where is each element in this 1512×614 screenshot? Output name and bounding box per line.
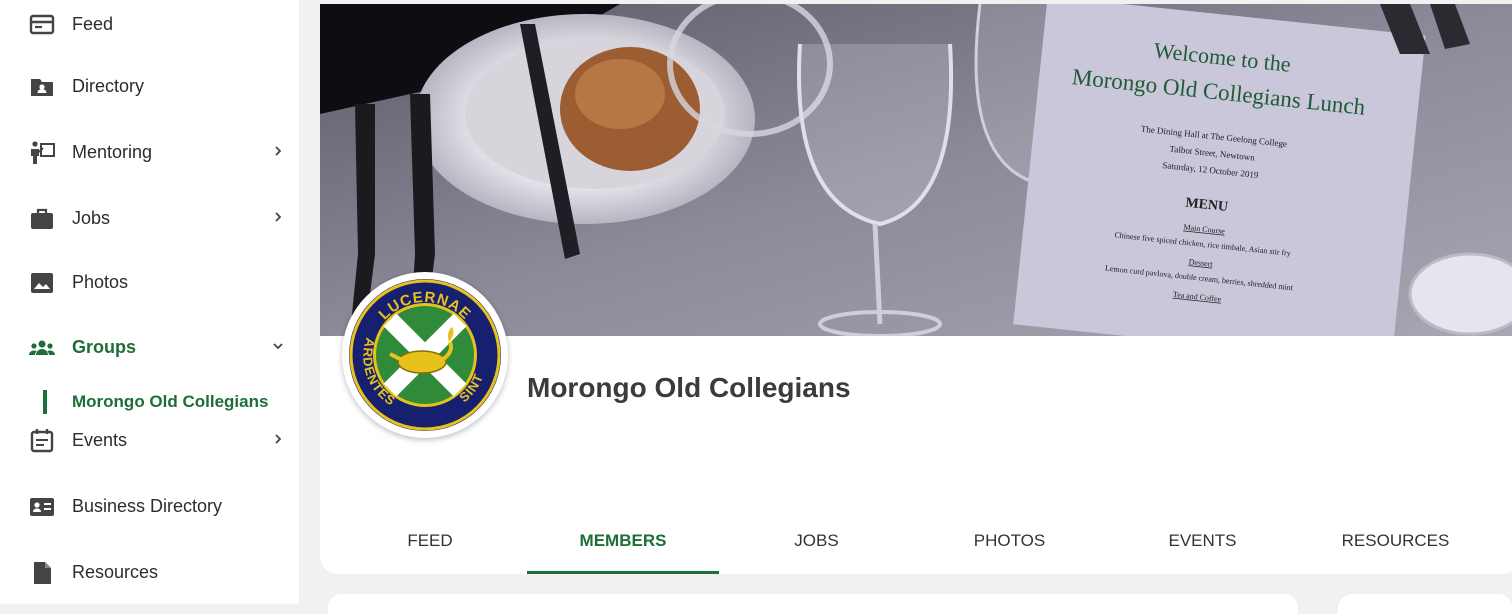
chevron-down-icon [268,336,288,356]
sidebar-subitem-label: Morongo Old Collegians [72,392,269,411]
sidebar-item-business-directory[interactable]: Business Directory [0,482,299,532]
sidebar-item-mentoring[interactable]: Mentoring [0,128,299,178]
tab-resources[interactable]: RESOURCES [1299,514,1492,574]
group-header-card: Welcome to the Morongo Old Collegians Lu… [320,4,1512,574]
sidebar-item-events[interactable]: Events [0,416,299,466]
chevron-right-icon [268,429,288,449]
tab-label: RESOURCES [1341,531,1450,550]
sidebar-item-label: Groups [72,337,137,357]
briefcase-icon [28,205,56,233]
group-logo: LUCERNAE ARDENTES SINT [342,272,508,438]
sidebar-item-label: Directory [72,76,145,96]
sidebar-item-label: Events [72,430,128,450]
tab-label: MEMBERS [579,531,667,550]
sidebar-item-feed[interactable]: Feed [0,0,299,50]
calendar-icon [28,427,56,455]
group-tabs: FEED MEMBERS JOBS PHOTOS EVENTS RESOURCE… [320,514,1512,574]
tab-jobs[interactable]: JOBS [720,514,913,574]
tab-events[interactable]: EVENTS [1106,514,1299,574]
sidebar-item-label: Mentoring [72,142,153,162]
content-card [328,594,1298,614]
directory-icon [28,73,56,101]
sidebar-item-photos[interactable]: Photos [0,258,299,308]
groups-icon [28,334,56,362]
tab-feed[interactable]: FEED [330,514,530,574]
sidebar: Feed Directory Mentoring Jobs Photos Gro… [0,0,299,604]
chevron-right-icon [268,207,288,227]
sidebar-item-label: Resources [72,562,159,582]
feed-icon [28,11,56,39]
chevron-right-icon [268,141,288,161]
sidebar-item-resources[interactable]: Resources [0,548,299,598]
sidebar-item-jobs[interactable]: Jobs [0,194,299,244]
tab-label: FEED [407,531,453,550]
page-title: Morongo Old Collegians [527,372,851,403]
photo-icon [28,269,56,297]
tab-photos[interactable]: PHOTOS [913,514,1106,574]
document-icon [28,559,56,587]
tab-members[interactable]: MEMBERS [527,514,719,574]
active-indicator [43,390,47,414]
sidebar-subitem-morongo-old-collegians[interactable]: Morongo Old Collegians [0,388,299,416]
mentoring-icon [28,139,56,167]
sidebar-item-groups[interactable]: Groups [0,323,299,373]
sidebar-item-label: Business Directory [72,496,223,516]
tab-label: JOBS [794,531,839,550]
tab-label: PHOTOS [973,531,1046,550]
business-card-icon [28,493,56,521]
sidebar-item-label: Jobs [72,208,111,228]
sidebar-item-label: Photos [72,272,129,292]
tab-active-indicator [527,571,719,574]
sidebar-item-directory[interactable]: Directory [0,62,299,112]
side-card [1338,594,1512,614]
tab-label: EVENTS [1168,531,1237,550]
sidebar-item-label: Feed [72,14,114,34]
